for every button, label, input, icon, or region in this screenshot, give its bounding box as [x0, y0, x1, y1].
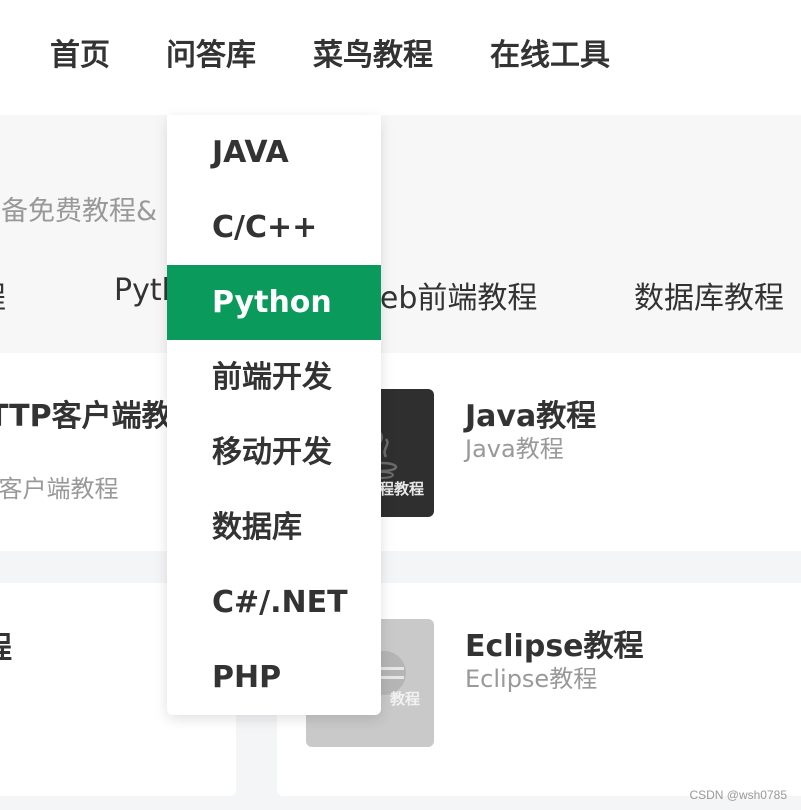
qa-library-dropdown-menu: JAVA C/C++ Python 前端开发 移动开发 数据库 C#/.NET …	[167, 115, 381, 715]
menu-item-php[interactable]: PHP	[167, 640, 381, 715]
menu-item-database[interactable]: 数据库	[167, 490, 381, 565]
hero-subtitle: 必备免费教程&	[0, 196, 158, 227]
course-description: Eclipse教程	[465, 665, 598, 693]
watermark: CSDN @wsh0785	[689, 788, 787, 802]
course-description: Java教程	[465, 435, 564, 463]
menu-item-mobile[interactable]: 移动开发	[167, 415, 381, 490]
nav-qa-library[interactable]: 问答库	[166, 34, 256, 78]
hero-banner: 必备免费教程& 程 Pyth Web前端教程 数据库教程	[0, 115, 801, 353]
course-title: TTP客户端教	[0, 399, 172, 434]
nav-runoob-tutorial[interactable]: 菜鸟教程	[313, 34, 433, 78]
category-tab-database[interactable]: 数据库教程	[634, 273, 784, 317]
menu-item-c-cpp[interactable]: C/C++	[167, 190, 381, 265]
top-navigation: 首页 问答库 菜鸟教程 在线工具	[0, 0, 801, 115]
menu-item-frontend[interactable]: 前端开发	[167, 340, 381, 415]
nav-home[interactable]: 首页	[50, 34, 110, 78]
menu-item-python[interactable]: Python	[167, 265, 381, 340]
thumbnail-caption: 教程	[389, 690, 420, 708]
thumbnail-caption: 程教程	[378, 480, 424, 498]
menu-item-java[interactable]: JAVA	[167, 115, 381, 190]
menu-item-csharp-dotnet[interactable]: C#/.NET	[167, 565, 381, 640]
nav-online-tools[interactable]: 在线工具	[490, 34, 610, 78]
course-description: P客户端教程	[0, 475, 119, 503]
course-title: 程	[0, 623, 12, 667]
category-tab[interactable]: 程	[0, 273, 6, 317]
